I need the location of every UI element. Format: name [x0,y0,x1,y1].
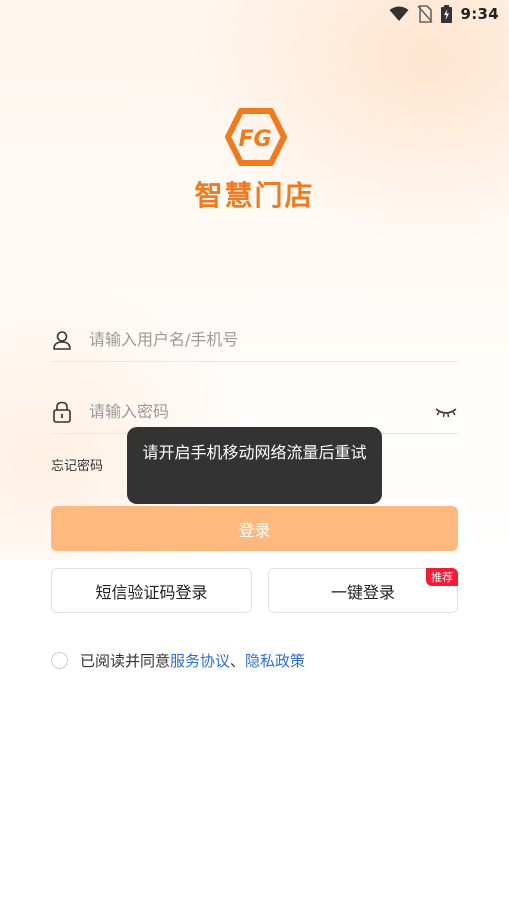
brand-header: FG 智慧门店 [0,108,509,214]
battery-charging-icon [441,5,453,23]
one-key-login-button[interactable]: 一键登录 推荐 [268,568,458,613]
agreement-row: 已阅读并同意 服务协议 、 隐私政策 [51,650,305,671]
agreement-prefix: 已阅读并同意 [80,652,171,670]
fg-hexagon-logo-icon: FG [224,108,287,166]
one-key-login-label: 一键登录 [330,582,395,602]
agreement-separator: 、 [230,652,246,670]
status-time: 9:34 [460,5,499,23]
sms-login-button[interactable]: 短信验证码登录 [51,568,252,613]
sms-login-label: 短信验证码登录 [95,582,208,602]
status-bar: 9:34 [0,0,509,28]
eye-closed-icon[interactable] [434,400,458,424]
forgot-password-link[interactable]: 忘记密码 [51,455,103,474]
agreement-checkbox[interactable] [51,652,68,669]
no-sim-icon [417,5,434,23]
recommend-badge: 推荐 [426,568,458,586]
password-input[interactable] [89,391,434,432]
svg-text:FG: FG [238,127,271,152]
app-name: 智慧门店 [194,179,315,212]
toast-message: 请开启手机移动网络流量后重试 [127,427,382,504]
user-icon [51,329,73,351]
privacy-policy-link[interactable]: 隐私政策 [245,650,305,671]
wifi-icon [389,6,409,22]
service-agreement-link[interactable]: 服务协议 [170,650,230,671]
login-button[interactable]: 登录 [51,506,458,551]
username-field [51,318,458,362]
username-input[interactable] [89,319,458,360]
lock-icon [51,401,73,423]
